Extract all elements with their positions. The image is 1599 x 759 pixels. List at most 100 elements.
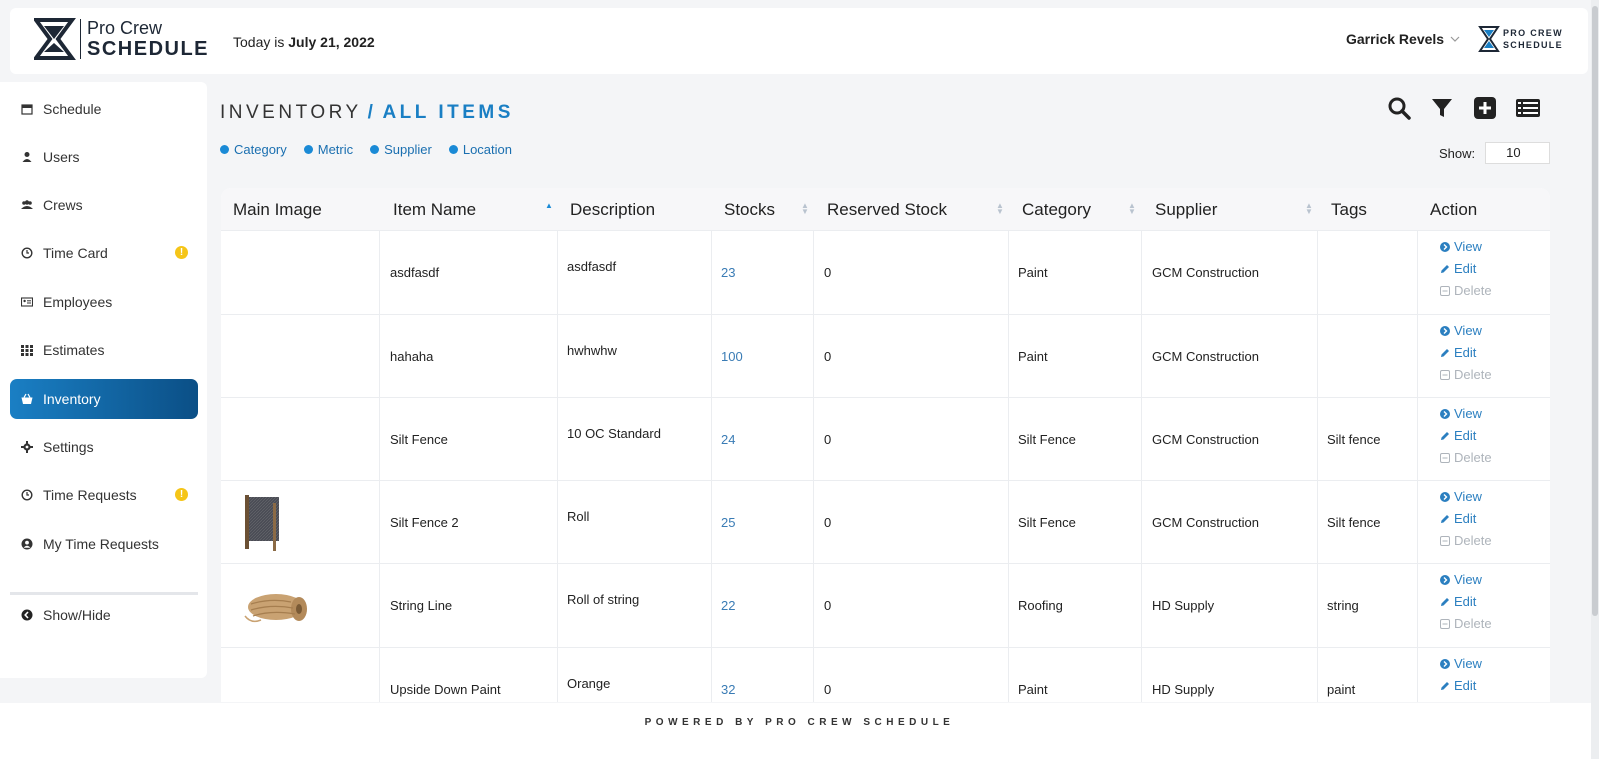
sidebar-item-employees[interactable]: Employees xyxy=(10,282,198,322)
page-size-input[interactable]: 10 xyxy=(1485,142,1551,164)
sort-icon[interactable]: ▲ ▼ xyxy=(801,202,809,216)
col-supplier[interactable]: Supplier xyxy=(1155,200,1217,220)
page-subtitle: ALL ITEMS xyxy=(382,102,514,123)
delete-link[interactable]: Delete xyxy=(1440,364,1492,386)
filter-supplier[interactable]: Supplier xyxy=(370,142,432,157)
delete-label: Delete xyxy=(1454,533,1492,548)
clock-icon xyxy=(21,489,33,501)
sidebar-toggle-label: Show/Hide xyxy=(43,607,111,623)
app-logo[interactable]: Pro Crew SCHEDULE xyxy=(34,16,209,62)
page-title-main: INVENTORY xyxy=(220,102,362,123)
item-reserved: 0 xyxy=(824,349,832,364)
sidebar-item-label: Users xyxy=(43,149,80,165)
list-view-button[interactable] xyxy=(1513,95,1543,121)
sort-icon[interactable]: ▲ ▼ xyxy=(1305,202,1313,216)
delete-link[interactable]: Delete xyxy=(1440,530,1492,552)
filter-icon xyxy=(1432,99,1452,117)
add-item-button[interactable] xyxy=(1470,95,1500,121)
minus-square-icon xyxy=(1440,536,1450,546)
item-name: Upside Down Paint xyxy=(390,682,501,697)
sidebar-item-users[interactable]: Users xyxy=(10,137,198,177)
item-stocks[interactable]: 24 xyxy=(721,432,735,447)
sidebar-item-my-time-requests[interactable]: My Time Requests xyxy=(10,524,198,564)
edit-link[interactable]: Edit xyxy=(1440,675,1482,697)
delete-link[interactable]: Delete xyxy=(1440,613,1492,635)
edit-link[interactable]: Edit xyxy=(1440,258,1492,280)
sidebar-item-label: My Time Requests xyxy=(43,536,159,552)
sidebar-toggle-button[interactable]: Show/Hide xyxy=(10,595,198,635)
item-description: Roll xyxy=(567,509,590,524)
row-actions: View Edit xyxy=(1440,653,1482,697)
users-icon xyxy=(21,199,33,211)
filter-location[interactable]: Location xyxy=(448,142,512,157)
edit-link[interactable]: Edit xyxy=(1440,508,1492,530)
col-description[interactable]: Description xyxy=(570,200,655,220)
grid-icon xyxy=(21,344,33,356)
sort-icon[interactable]: ▲ ▼ xyxy=(1128,202,1136,216)
col-action: Action xyxy=(1430,200,1478,219)
item-stocks[interactable]: 23 xyxy=(721,265,735,280)
item-supplier: GCM Construction xyxy=(1152,349,1259,364)
sort-asc-icon[interactable]: ▲ xyxy=(545,202,553,210)
item-stocks[interactable]: 32 xyxy=(721,682,735,697)
sidebar-item-time-requests[interactable]: Time Requests ! xyxy=(10,475,198,515)
delete-link[interactable]: Delete xyxy=(1440,447,1492,469)
sidebar-item-time-card[interactable]: Time Card ! xyxy=(10,233,198,273)
search-button[interactable] xyxy=(1384,95,1414,121)
item-description: Orange xyxy=(567,676,611,691)
col-tags[interactable]: Tags xyxy=(1331,200,1367,220)
view-link[interactable]: View xyxy=(1440,403,1492,425)
table-row: hahaha hwhwhw 100 0 Paint GCM Constructi… xyxy=(221,314,1550,397)
sidebar-item-inventory[interactable]: Inventory xyxy=(10,379,198,419)
view-label: View xyxy=(1454,489,1482,504)
view-link[interactable]: View xyxy=(1440,320,1492,342)
user-menu[interactable]: Garrick Revels xyxy=(1346,31,1460,47)
sort-icon[interactable]: ▲ ▼ xyxy=(996,202,1004,216)
sidebar-item-settings[interactable]: Settings xyxy=(10,427,198,467)
col-stocks[interactable]: Stocks xyxy=(724,200,775,220)
filter-label: Location xyxy=(462,142,512,157)
sidebar-item-label: Employees xyxy=(43,294,113,310)
item-stocks[interactable]: 100 xyxy=(721,349,743,364)
silt-fence-roll-image[interactable] xyxy=(241,493,283,551)
row-actions: View Edit Delete xyxy=(1440,320,1492,386)
filter-button[interactable] xyxy=(1427,95,1457,121)
item-stocks[interactable]: 22 xyxy=(721,598,735,613)
table-row: Silt Fence 2 Roll 25 0 Silt Fence GCM Co… xyxy=(221,480,1550,563)
list-view-icon xyxy=(1516,99,1540,117)
edit-label: Edit xyxy=(1454,511,1477,526)
col-category[interactable]: Category xyxy=(1022,200,1091,220)
row-actions: View Edit Delete xyxy=(1440,236,1492,302)
edit-link[interactable]: Edit xyxy=(1440,425,1492,447)
sidebar-item-estimates[interactable]: Estimates xyxy=(10,330,198,370)
item-category: Paint xyxy=(1018,265,1048,280)
view-label: View xyxy=(1454,323,1482,338)
item-description: hwhwhw xyxy=(567,343,617,358)
table-row: Silt Fence 10 OC Standard 24 0 Silt Fenc… xyxy=(221,397,1550,480)
delete-link[interactable]: Delete xyxy=(1440,280,1492,302)
string-roll-image[interactable] xyxy=(241,584,311,628)
edit-link[interactable]: Edit xyxy=(1440,591,1492,613)
page-scrollbar[interactable] xyxy=(1591,0,1599,759)
sidebar-item-crews[interactable]: Crews xyxy=(10,185,198,225)
scrollbar-thumb[interactable] xyxy=(1592,6,1598,616)
company-logo-line1: PRO CREW xyxy=(1503,28,1563,38)
filter-label: Metric xyxy=(317,142,354,157)
item-stocks[interactable]: 25 xyxy=(721,515,735,530)
minus-square-icon xyxy=(1440,286,1450,296)
col-reserved-stock[interactable]: Reserved Stock xyxy=(827,200,947,220)
filter-metric[interactable]: Metric xyxy=(303,142,354,157)
filter-category[interactable]: Category xyxy=(220,142,287,157)
view-link[interactable]: View xyxy=(1440,236,1492,258)
title-separator: / xyxy=(367,102,377,123)
view-link[interactable]: View xyxy=(1440,486,1492,508)
logo-divider xyxy=(80,19,81,59)
item-supplier: GCM Construction xyxy=(1152,265,1259,280)
view-link[interactable]: View xyxy=(1440,569,1492,591)
col-main-image[interactable]: Main Image xyxy=(233,200,322,220)
sidebar-item-schedule[interactable]: Schedule xyxy=(10,89,198,129)
edit-link[interactable]: Edit xyxy=(1440,342,1492,364)
col-item-name[interactable]: Item Name xyxy=(393,200,476,220)
view-link[interactable]: View xyxy=(1440,653,1482,675)
view-icon xyxy=(1440,242,1450,252)
